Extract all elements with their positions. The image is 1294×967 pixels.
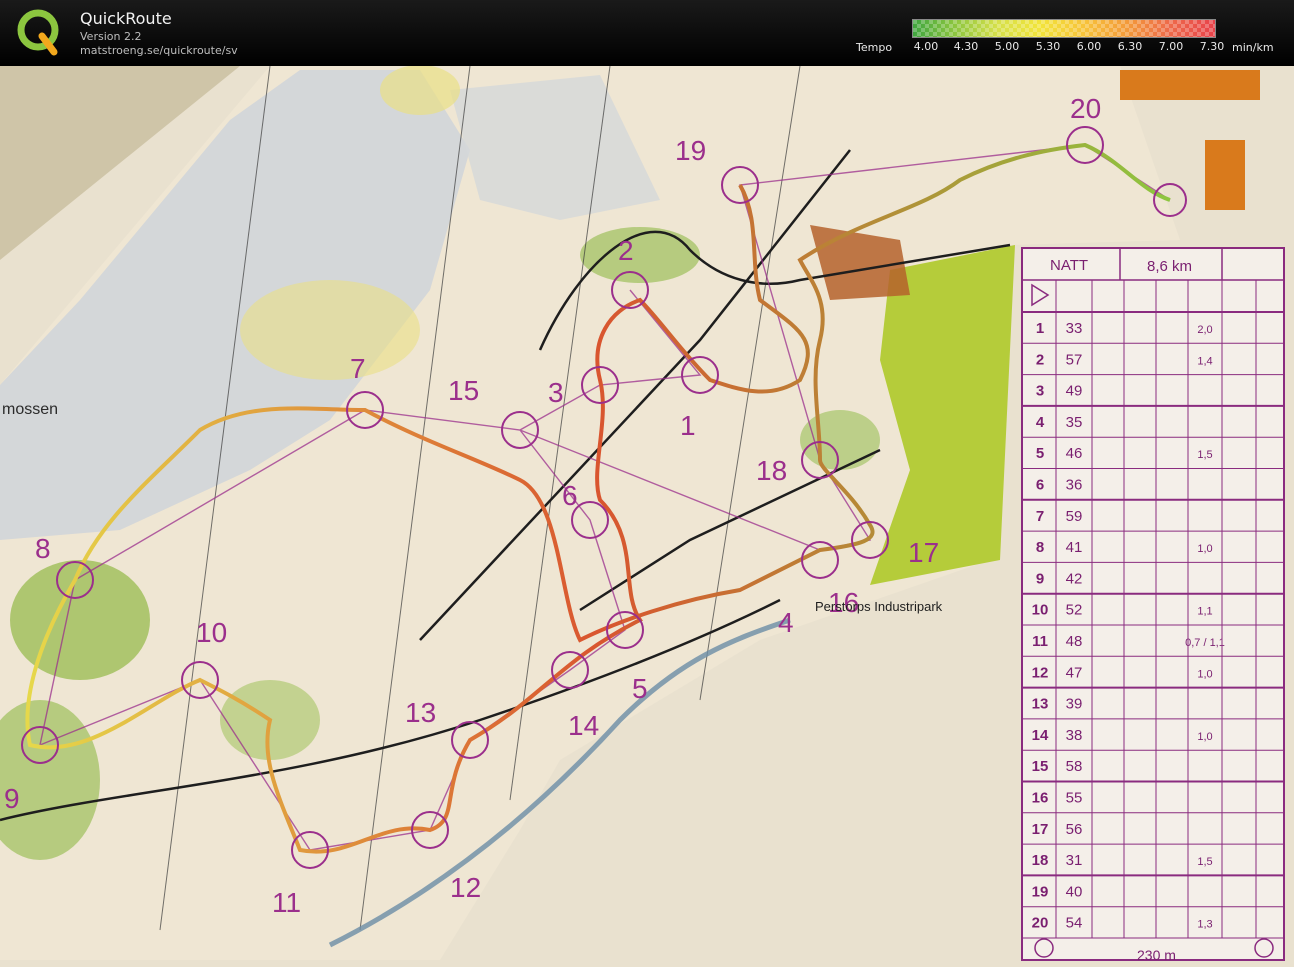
tempo-tick: 4.00 bbox=[913, 40, 939, 53]
description-row-number: 7 bbox=[1036, 508, 1044, 525]
description-row-number: 12 bbox=[1032, 664, 1049, 681]
control-number: 1 bbox=[680, 410, 696, 441]
description-row-dimension: 1,4 bbox=[1197, 355, 1212, 367]
description-row-number: 2 bbox=[1036, 351, 1044, 368]
description-row-dimension: 1,0 bbox=[1197, 543, 1212, 555]
description-row-number: 17 bbox=[1032, 821, 1049, 838]
place-label: mossen bbox=[2, 401, 58, 418]
tempo-tick: 7.00 bbox=[1158, 40, 1184, 53]
description-row-number: 6 bbox=[1036, 477, 1044, 494]
description-row-number: 1 bbox=[1036, 320, 1044, 337]
tempo-unit: min/km bbox=[1232, 41, 1274, 54]
tempo-tick: 6.00 bbox=[1076, 40, 1102, 53]
description-row-code: 40 bbox=[1066, 883, 1083, 900]
orienteering-map[interactable]: 1 2 3 4 5 6 7 8 9 10 11 12 13 14 15 16 1… bbox=[0, 66, 1294, 967]
description-row-dimension: 1,3 bbox=[1197, 919, 1212, 931]
tempo-tick: 7.30 bbox=[1199, 40, 1225, 53]
description-row-code: 41 bbox=[1066, 539, 1083, 556]
description-row-number: 14 bbox=[1032, 727, 1049, 744]
description-row-number: 4 bbox=[1036, 414, 1045, 431]
app-version: Version 2.2 bbox=[80, 30, 142, 43]
building-area bbox=[1120, 70, 1260, 100]
description-row-code: 58 bbox=[1066, 758, 1083, 775]
control-number: 3 bbox=[548, 377, 564, 408]
tempo-ticks: 4.00 4.30 5.00 5.30 6.00 6.30 7.00 7.30 bbox=[900, 40, 1230, 54]
vegetation-area bbox=[800, 410, 880, 470]
control-number: 11 bbox=[272, 887, 301, 918]
control-number: 8 bbox=[35, 533, 51, 564]
control-number: 12 bbox=[450, 872, 481, 903]
description-row-code: 48 bbox=[1066, 633, 1083, 650]
app-url[interactable]: matstroeng.se/quickroute/sv bbox=[80, 44, 238, 57]
description-row-code: 46 bbox=[1066, 445, 1083, 462]
control-number: 19 bbox=[675, 135, 706, 166]
description-row-number: 15 bbox=[1032, 758, 1049, 775]
control-number: 18 bbox=[756, 455, 787, 486]
description-row-number: 18 bbox=[1032, 852, 1049, 869]
description-row-number: 16 bbox=[1032, 790, 1049, 807]
description-row-code: 52 bbox=[1066, 602, 1083, 619]
description-row-code: 54 bbox=[1066, 915, 1083, 932]
description-row-dimension: 2,0 bbox=[1197, 324, 1212, 336]
description-row-number: 19 bbox=[1032, 883, 1049, 900]
description-row-dimension: 0,7 / 1,1 bbox=[1185, 637, 1225, 649]
description-row-dimension: 1,0 bbox=[1197, 731, 1212, 743]
description-row-code: 59 bbox=[1066, 508, 1083, 525]
description-row-code: 39 bbox=[1066, 696, 1083, 713]
description-row-code: 35 bbox=[1066, 414, 1083, 431]
description-row-number: 9 bbox=[1036, 570, 1044, 587]
description-row-code: 36 bbox=[1066, 477, 1083, 494]
control-number: 9 bbox=[4, 783, 20, 814]
description-row-dimension: 1,5 bbox=[1197, 856, 1212, 868]
description-row-code: 49 bbox=[1066, 383, 1083, 400]
control-number: 2 bbox=[618, 235, 634, 266]
control-description-sheet: NATT 8,6 km 1 33 2,0 2 57 1,4 3 49 4 35 5 46 1,5 6 36 7… bbox=[1021, 247, 1285, 963]
open-land bbox=[240, 280, 420, 380]
control-number: 14 bbox=[568, 710, 599, 741]
description-row-code: 57 bbox=[1066, 351, 1083, 368]
description-row-code: 33 bbox=[1066, 320, 1083, 337]
building-area bbox=[1205, 140, 1245, 210]
place-label: Perstorps Industripark bbox=[815, 599, 943, 614]
description-row-dimension: 1,0 bbox=[1197, 668, 1212, 680]
title-bar: QuickRoute Version 2.2 matstroeng.se/qui… bbox=[0, 0, 1294, 66]
description-row-number: 8 bbox=[1036, 539, 1044, 556]
control-number: 7 bbox=[350, 353, 366, 384]
control-number: 13 bbox=[405, 697, 436, 728]
control-number: 20 bbox=[1070, 93, 1101, 124]
tempo-tick: 5.30 bbox=[1035, 40, 1061, 53]
control-number: 15 bbox=[448, 375, 479, 406]
description-row-dimension: 1,1 bbox=[1197, 606, 1212, 618]
description-row-number: 13 bbox=[1032, 696, 1049, 713]
description-length: 8,6 km bbox=[1147, 258, 1192, 275]
description-row-code: 56 bbox=[1066, 821, 1083, 838]
quickroute-logo-icon bbox=[17, 9, 59, 56]
control-number: 10 bbox=[196, 617, 227, 648]
description-row-number: 11 bbox=[1032, 633, 1048, 650]
description-row-code: 42 bbox=[1066, 570, 1083, 587]
tempo-label: Tempo bbox=[856, 41, 893, 54]
description-row-number: 5 bbox=[1036, 445, 1044, 462]
description-row-dimension: 1,5 bbox=[1197, 449, 1212, 461]
control-number: 17 bbox=[908, 537, 939, 568]
vegetation-area bbox=[10, 560, 150, 680]
control-number: 4 bbox=[778, 607, 794, 638]
description-row-number: 3 bbox=[1036, 383, 1044, 400]
tempo-tick: 5.00 bbox=[994, 40, 1020, 53]
description-row-code: 55 bbox=[1066, 790, 1083, 807]
tempo-tick: 6.30 bbox=[1117, 40, 1143, 53]
description-footer-distance: 230 m bbox=[1137, 947, 1176, 963]
description-row-code: 47 bbox=[1066, 664, 1083, 681]
app-name: QuickRoute bbox=[80, 9, 172, 28]
description-class: NATT bbox=[1050, 257, 1088, 274]
description-row-code: 31 bbox=[1066, 852, 1083, 869]
description-row-number: 20 bbox=[1032, 915, 1049, 932]
control-number: 5 bbox=[632, 673, 648, 704]
tempo-color-scale bbox=[912, 19, 1216, 38]
open-land bbox=[380, 66, 460, 115]
description-row-code: 38 bbox=[1066, 727, 1083, 744]
control-number: 6 bbox=[562, 480, 578, 511]
tempo-tick: 4.30 bbox=[953, 40, 979, 53]
description-row-number: 10 bbox=[1032, 602, 1049, 619]
